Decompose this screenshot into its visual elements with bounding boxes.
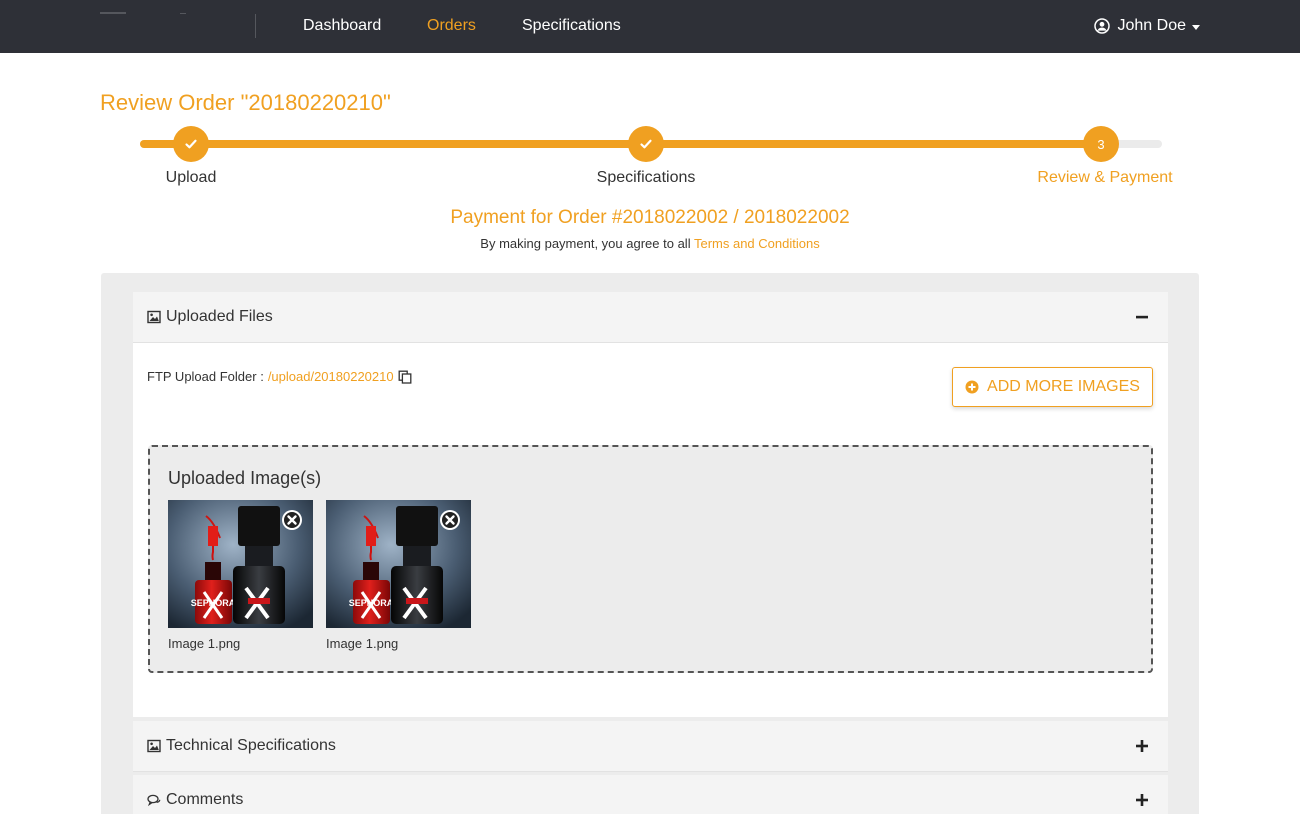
user-circle-icon: [1093, 18, 1110, 34]
image-thumbnail[interactable]: SEPHORA: [326, 500, 471, 628]
comments-header[interactable]: Comments: [133, 775, 1168, 814]
copy-icon[interactable]: [398, 370, 412, 384]
plus-icon[interactable]: [1134, 738, 1150, 754]
step-upload-label: Upload: [165, 169, 217, 186]
ftp-label: FTP Upload Folder :: [147, 369, 264, 384]
terms-line: By making payment, you agree to all Term…: [0, 236, 1300, 251]
step-review-label: Review & Payment: [1037, 169, 1173, 186]
image-icon: [147, 310, 161, 324]
uploaded-images-title: Uploaded Image(s): [168, 468, 322, 488]
thumbnail-filename: Image 1.png: [326, 636, 399, 651]
nav-specifications[interactable]: Specifications: [522, 17, 621, 35]
add-more-images-button[interactable]: ADD MORE IMAGES: [952, 367, 1153, 407]
payment-title: Payment for Order #2018022002 / 20180220…: [450, 207, 850, 228]
step-upload-dot: [173, 126, 209, 162]
check-icon: [185, 139, 197, 149]
image-icon: [147, 739, 161, 753]
user-menu[interactable]: John Doe: [1093, 16, 1200, 36]
nav-orders[interactable]: Orders: [427, 17, 476, 35]
times-circle-icon[interactable]: [439, 509, 461, 531]
technical-specifications-title: Technical Specifications: [166, 737, 336, 754]
minus-icon[interactable]: [1134, 309, 1150, 325]
logo[interactable]: [100, 12, 126, 14]
comments-icon: [147, 794, 161, 807]
logo-mark: [180, 13, 186, 14]
ftp-upload-folder: FTP Upload Folder : /upload/20180220210: [147, 369, 412, 384]
image-thumbnail[interactable]: SEPHORA: [168, 500, 313, 628]
stepper-progress: [140, 140, 1100, 148]
user-name: John Doe: [1117, 17, 1187, 34]
step-review-dot: 3: [1083, 126, 1119, 162]
step-specifications-dot: [628, 126, 664, 162]
chevron-down-icon: [1192, 24, 1200, 30]
uploaded-files-title: Uploaded Files: [166, 308, 273, 325]
ftp-path-link[interactable]: /upload/20180220210: [268, 369, 394, 384]
thumbnail-filename: Image 1.png: [168, 636, 241, 651]
comments-title: Comments: [166, 791, 244, 808]
terms-text: By making payment, you agree to all: [480, 236, 691, 251]
page-title: Review Order "20180220210": [100, 90, 391, 115]
times-circle-icon[interactable]: [281, 509, 303, 531]
plus-icon[interactable]: [1134, 792, 1150, 808]
terms-link[interactable]: Terms and Conditions: [694, 236, 820, 251]
nav-divider: [255, 14, 256, 38]
nav-dashboard[interactable]: Dashboard: [303, 17, 381, 35]
check-icon: [640, 139, 652, 149]
step-specifications-label: Specifications: [596, 169, 696, 186]
top-navbar: Dashboard Orders Specifications John Doe: [0, 0, 1300, 53]
uploaded-files-header[interactable]: Uploaded Files: [133, 292, 1168, 343]
add-more-images-label: ADD MORE IMAGES: [987, 378, 1140, 395]
plus-circle-icon: [965, 380, 979, 394]
technical-specifications-header[interactable]: Technical Specifications: [133, 721, 1168, 772]
